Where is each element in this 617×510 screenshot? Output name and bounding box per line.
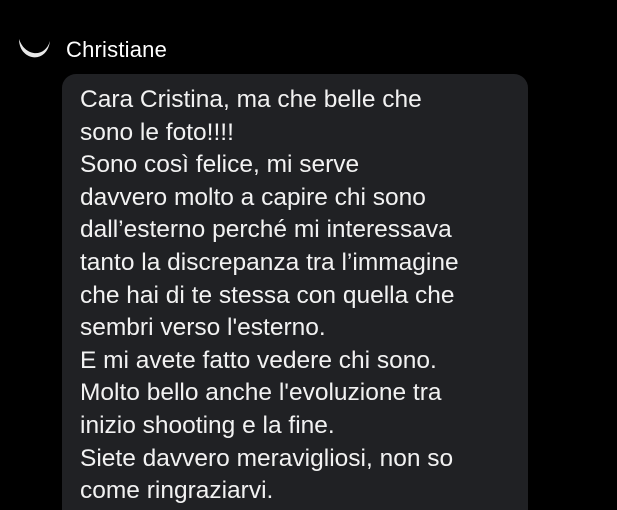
message-line: dall’esterno perché mi interessava [80,216,452,244]
message-bubble[interactable]: Cara Cristina, ma che belle che sono le … [62,74,528,510]
message-line: tanto la discrepanza tra l’immagine [80,248,459,276]
message-line: Molto bello anche l'evoluzione tra [80,379,442,407]
message-line: E mi avete fatto vedere chi sono. [80,346,437,374]
message-line: che hai di te stessa con quella che [80,281,455,309]
message-line: Sono così felice, mi serve [80,151,360,179]
message-line: davvero molto a capire chi sono [80,183,426,211]
message-line: Cara Cristina, ma che belle che [80,86,422,113]
avatar-crescent-icon [19,39,50,58]
message-line: sembri verso l'esterno. [80,314,326,342]
message-text: Cara Cristina, ma che belle che sono le … [80,84,520,508]
message-header: Christiane [14,30,167,70]
avatar[interactable] [14,31,52,69]
message-line: inizio shooting e la fine. [80,411,335,439]
sender-name[interactable]: Christiane [66,37,167,63]
message-line: Siete davvero meravigliosi, non so [80,444,454,472]
message-line: come ringraziarvi. [80,477,274,505]
message-line: sono le foto!!!! [80,118,234,146]
